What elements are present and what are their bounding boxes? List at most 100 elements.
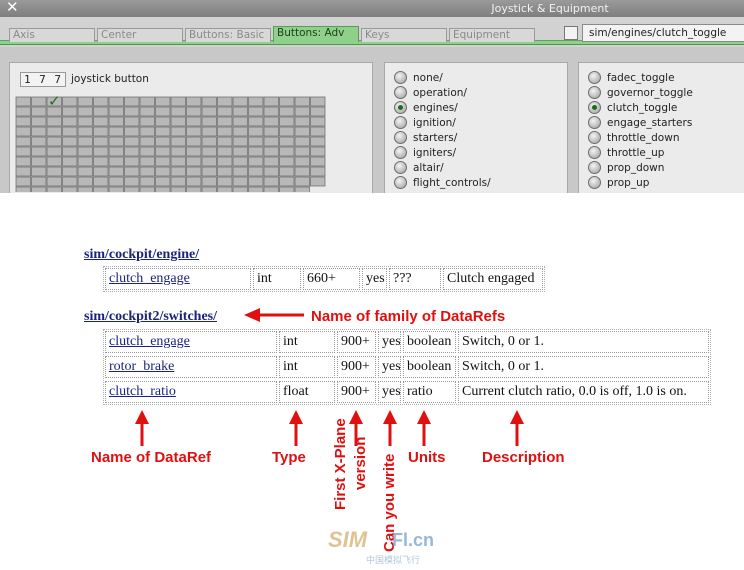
joystick-button-cell[interactable]: [310, 106, 326, 117]
search-checkbox[interactable]: [564, 26, 578, 40]
joystick-button-cell[interactable]: [263, 166, 279, 177]
joystick-button-cell[interactable]: [232, 146, 248, 157]
joystick-button-cell[interactable]: [186, 186, 202, 192]
joystick-button-cell[interactable]: [108, 96, 124, 107]
joystick-button-cell[interactable]: [201, 126, 217, 137]
joystick-button-cell[interactable]: [294, 156, 310, 167]
joystick-button-cell[interactable]: [217, 96, 233, 107]
tab-axis[interactable]: Axis: [9, 28, 95, 42]
joystick-button-cell[interactable]: [263, 186, 279, 192]
joystick-button-cell[interactable]: [310, 166, 326, 177]
joystick-button-cell[interactable]: [108, 156, 124, 167]
joystick-button-cell[interactable]: [217, 136, 233, 147]
joystick-button-cell[interactable]: [46, 146, 62, 157]
joystick-button-cell[interactable]: [139, 156, 155, 167]
joystick-button-cell[interactable]: [201, 136, 217, 147]
joystick-button-cell[interactable]: [170, 156, 186, 167]
command-item[interactable]: throttle_down: [588, 130, 744, 145]
joystick-button-cell[interactable]: [279, 186, 295, 192]
joystick-button-cell[interactable]: [124, 186, 140, 192]
category-item[interactable]: operation/: [394, 85, 564, 100]
joystick-button-cell[interactable]: [93, 166, 109, 177]
joystick-button-cell[interactable]: [201, 116, 217, 127]
joystick-button-cell[interactable]: [186, 176, 202, 187]
joystick-button-cell[interactable]: [139, 186, 155, 192]
command-item[interactable]: prop_down: [588, 160, 744, 175]
joystick-button-cell[interactable]: [139, 126, 155, 137]
joystick-button-cell[interactable]: [15, 126, 31, 137]
dataref-name-cell[interactable]: rotor_brake: [105, 356, 277, 378]
joystick-button-cell[interactable]: [294, 186, 310, 192]
joystick-button-cell[interactable]: [217, 116, 233, 127]
joystick-button-cell[interactable]: [170, 116, 186, 127]
joystick-button-cell[interactable]: [155, 116, 171, 127]
family-header-engine[interactable]: sim/cockpit/engine/: [84, 247, 199, 263]
command-item[interactable]: engage_starters: [588, 115, 744, 130]
joystick-button-cell[interactable]: [108, 106, 124, 117]
joystick-button-cell[interactable]: [186, 156, 202, 167]
joystick-button-cell[interactable]: [201, 106, 217, 117]
joystick-button-cell[interactable]: [93, 96, 109, 107]
joystick-button-cell[interactable]: [310, 146, 326, 157]
joystick-button-cell[interactable]: [170, 96, 186, 107]
joystick-button-cell[interactable]: [108, 176, 124, 187]
joystick-button-cell[interactable]: [170, 176, 186, 187]
search-input[interactable]: sim/engines/clutch_toggle: [582, 24, 744, 42]
joystick-button-cell[interactable]: [31, 146, 47, 157]
joystick-button-cell[interactable]: [139, 116, 155, 127]
joystick-button-cell[interactable]: [248, 146, 264, 157]
joystick-button-cell[interactable]: [232, 126, 248, 137]
joystick-button-cell[interactable]: [31, 186, 47, 192]
joystick-button-cell[interactable]: [170, 166, 186, 177]
joystick-button-cell[interactable]: [248, 96, 264, 107]
dataref-name-cell[interactable]: clutch_ratio: [105, 381, 277, 403]
family-header-switches[interactable]: sim/cockpit2/switches/: [84, 309, 217, 325]
joystick-button-cell[interactable]: [155, 126, 171, 137]
joystick-button-cell[interactable]: [77, 166, 93, 177]
joystick-button-cell[interactable]: [62, 166, 78, 177]
joystick-button-cell[interactable]: [46, 116, 62, 127]
joystick-button-cell[interactable]: [310, 156, 326, 167]
radio-button-icon[interactable]: [588, 146, 601, 159]
joystick-button-grid[interactable]: [15, 96, 327, 192]
joystick-button-cell[interactable]: [31, 126, 47, 137]
radio-button-icon[interactable]: [394, 146, 407, 159]
joystick-button-cell[interactable]: [263, 136, 279, 147]
joystick-button-cell[interactable]: [139, 96, 155, 107]
joystick-button-cell[interactable]: [155, 176, 171, 187]
joystick-button-cell[interactable]: [108, 126, 124, 137]
joystick-button-cell[interactable]: [279, 176, 295, 187]
joystick-button-cell[interactable]: [124, 106, 140, 117]
joystick-button-cell[interactable]: [155, 146, 171, 157]
joystick-button-cell[interactable]: [124, 176, 140, 187]
joystick-button-cell[interactable]: [279, 126, 295, 137]
joystick-button-cell[interactable]: [170, 136, 186, 147]
joystick-button-cell[interactable]: [77, 116, 93, 127]
joystick-button-cell[interactable]: [15, 186, 31, 192]
joystick-button-cell[interactable]: [62, 176, 78, 187]
joystick-button-cell[interactable]: [248, 106, 264, 117]
joystick-button-cell[interactable]: [93, 146, 109, 157]
joystick-button-cell[interactable]: [279, 106, 295, 117]
joystick-button-cell[interactable]: [310, 96, 326, 107]
joystick-button-cell[interactable]: [279, 156, 295, 167]
joystick-button-cell[interactable]: [15, 176, 31, 187]
joystick-button-cell[interactable]: [217, 186, 233, 192]
joystick-button-cell[interactable]: [155, 106, 171, 117]
joystick-button-cell[interactable]: [248, 136, 264, 147]
joystick-button-cell[interactable]: [217, 176, 233, 187]
joystick-button-cell[interactable]: [139, 176, 155, 187]
joystick-button-cell[interactable]: [139, 106, 155, 117]
joystick-button-cell[interactable]: [31, 136, 47, 147]
joystick-button-cell[interactable]: [93, 186, 109, 192]
joystick-button-cell[interactable]: [310, 126, 326, 137]
joystick-button-cell[interactable]: [294, 146, 310, 157]
joystick-button-cell[interactable]: [186, 136, 202, 147]
joystick-button-cell[interactable]: [248, 186, 264, 192]
radio-button-icon[interactable]: [588, 101, 601, 114]
command-item[interactable]: throttle_up: [588, 145, 744, 160]
joystick-button-cell[interactable]: [108, 136, 124, 147]
category-item[interactable]: starters/: [394, 130, 564, 145]
joystick-button-cell[interactable]: [77, 126, 93, 137]
joystick-button-cell[interactable]: [62, 186, 78, 192]
